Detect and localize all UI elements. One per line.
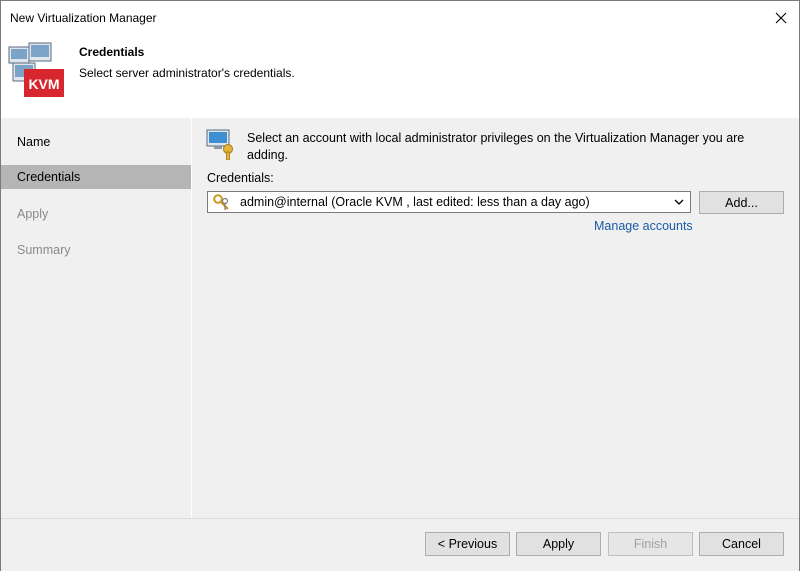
add-credentials-button[interactable]: Add... [699,191,784,214]
page-subtitle: Select server administrator's credential… [79,66,295,80]
credentials-dropdown[interactable]: admin@internal (Oracle KVM , last edited… [207,191,691,213]
step-name[interactable]: Name [1,130,191,154]
wizard-dialog: New Virtualization Manager KVM Credentia… [0,0,800,571]
title-bar: New Virtualization Manager [1,1,799,35]
manage-accounts-link[interactable]: Manage accounts [594,219,693,233]
finish-button: Finish [608,532,693,556]
wizard-footer: < Previous Apply Finish Cancel [1,518,799,571]
previous-button[interactable]: < Previous [425,532,510,556]
credentials-label: Credentials: [207,171,274,185]
computer-key-icon [206,129,233,160]
close-icon [775,12,787,24]
step-summary: Summary [17,243,71,257]
step-credentials[interactable]: Credentials [1,165,191,189]
credentials-value: admin@internal (Oracle KVM , last edited… [240,195,590,209]
kvm-servers-icon: KVM [8,42,64,97]
window-title: New Virtualization Manager [10,11,157,25]
kvm-badge: KVM [28,76,59,92]
key-icon [213,194,229,210]
info-text: Select an account with local administrat… [247,131,745,162]
wizard-steps: Name Credentials Apply Summary [1,118,191,518]
apply-button[interactable]: Apply [516,532,601,556]
chevron-down-icon [674,199,684,205]
step-apply: Apply [17,207,49,221]
wizard-header: KVM Credentials Select server administra… [1,35,799,117]
close-button[interactable] [769,7,793,29]
wizard-content: Select an account with local administrat… [192,118,799,518]
cancel-button[interactable]: Cancel [699,532,784,556]
page-title: Credentials [79,45,145,59]
